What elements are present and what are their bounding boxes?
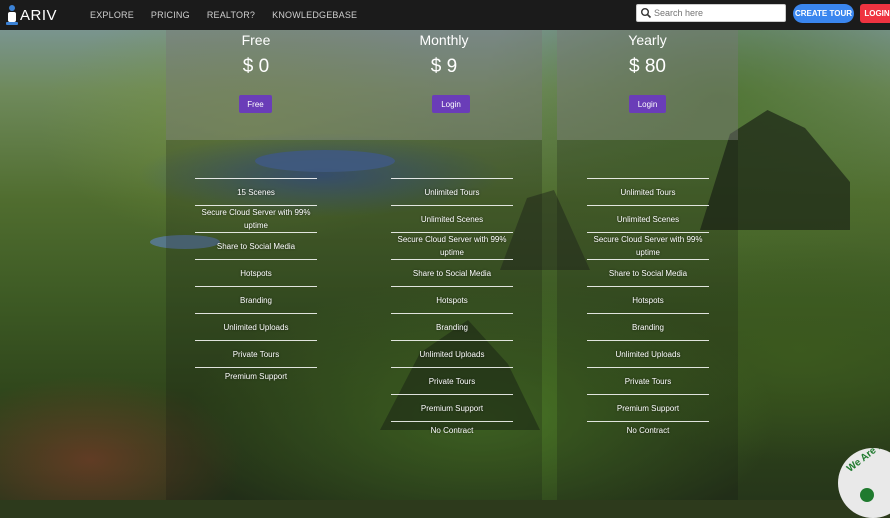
plan-name: Monthly — [419, 32, 469, 48]
feature-item: Secure Cloud Server with 99% uptime — [587, 232, 709, 259]
feature-item: No Contract — [587, 421, 709, 438]
plan-header: Monthly $ 9 Login — [346, 30, 542, 140]
plan-price: $ 0 — [242, 56, 270, 77]
feature-item: Hotspots — [391, 286, 513, 313]
nav-link-pricing[interactable]: PRICING — [151, 10, 190, 20]
feature-item: Unlimited Tours — [391, 178, 513, 205]
feature-item: Share to Social Media — [195, 232, 317, 259]
feature-item: Secure Cloud Server with 99% uptime — [391, 232, 513, 259]
feature-item: Premium Support — [195, 367, 317, 384]
feature-item: Branding — [587, 313, 709, 340]
yearly-login-button[interactable]: Login — [629, 95, 666, 113]
login-button[interactable]: LOGIN — [860, 4, 890, 23]
free-plan-button[interactable]: Free — [239, 95, 272, 113]
search-icon — [641, 8, 652, 19]
create-tour-button[interactable]: CREATE TOUR — [793, 4, 854, 23]
feature-item: Premium Support — [587, 394, 709, 421]
plan-header: Free $ 0 Free — [166, 30, 346, 140]
plan-name: Free — [241, 32, 271, 48]
feature-item: 15 Scenes — [195, 178, 317, 205]
feature-item: Hotspots — [587, 286, 709, 313]
feature-item: Unlimited Uploads — [391, 340, 513, 367]
feature-item: Unlimited Scenes — [587, 205, 709, 232]
feature-list: Unlimited Tours Unlimited Scenes Secure … — [587, 178, 709, 438]
plan-header: Yearly $ 80 Login — [557, 30, 738, 140]
feature-item: Branding — [391, 313, 513, 340]
nav-link-explore[interactable]: EXPLORE — [90, 10, 134, 20]
plan-price: $ 80 — [629, 56, 666, 77]
search-input[interactable] — [654, 8, 782, 18]
top-navbar: ARIV EXPLORE PRICING REALTOR? KNOWLEDGEB… — [0, 0, 890, 30]
feature-item: Share to Social Media — [587, 259, 709, 286]
nav-link-knowledgebase[interactable]: KNOWLEDGEBASE — [272, 10, 357, 20]
brand-logo[interactable]: ARIV — [6, 4, 57, 26]
feature-item: Private Tours — [195, 340, 317, 367]
feature-list: 15 Scenes Secure Cloud Server with 99% u… — [195, 178, 317, 384]
search-box[interactable] — [636, 4, 786, 22]
person-pin-icon — [6, 5, 18, 25]
feature-item: Branding — [195, 286, 317, 313]
feature-item: Secure Cloud Server with 99% uptime — [195, 205, 317, 232]
nav-links: EXPLORE PRICING REALTOR? KNOWLEDGEBASE — [90, 0, 374, 30]
feature-item: No Contract — [391, 421, 513, 438]
nav-link-realtor[interactable]: REALTOR? — [207, 10, 255, 20]
brand-name: ARIV — [20, 6, 58, 24]
plan-price: $ 9 — [430, 56, 458, 77]
feature-item: Unlimited Tours — [587, 178, 709, 205]
feature-item: Premium Support — [391, 394, 513, 421]
plan-name: Yearly — [628, 32, 667, 48]
feature-item: Share to Social Media — [391, 259, 513, 286]
feature-item: Unlimited Uploads — [195, 313, 317, 340]
feature-item: Hotspots — [195, 259, 317, 286]
feature-item: Unlimited Scenes — [391, 205, 513, 232]
feature-item: Unlimited Uploads — [587, 340, 709, 367]
feature-list: Unlimited Tours Unlimited Scenes Secure … — [391, 178, 513, 438]
feature-item: Private Tours — [587, 367, 709, 394]
monthly-login-button[interactable]: Login — [432, 95, 470, 113]
feature-item: Private Tours — [391, 367, 513, 394]
